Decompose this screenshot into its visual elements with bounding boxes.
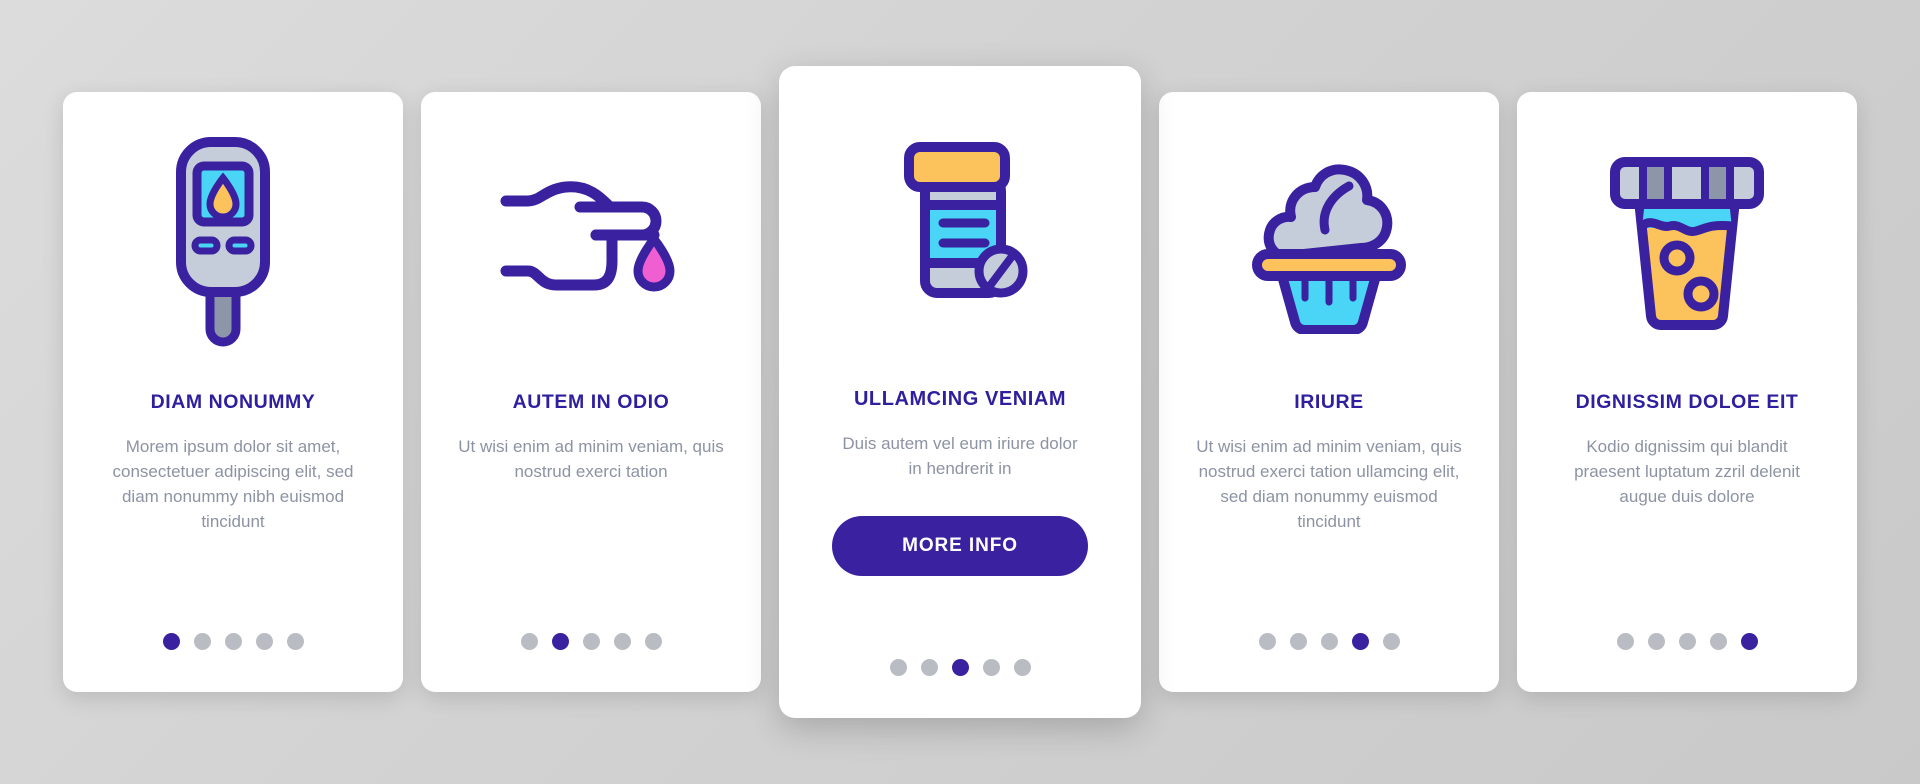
- pagination-dot-1[interactable]: [520, 633, 538, 650]
- pagination-dot-2[interactable]: [920, 659, 938, 676]
- card-title: ULLAMCING VENIAM: [853, 388, 1067, 410]
- pagination-dot-3[interactable]: [1678, 633, 1696, 650]
- card-title: AUTEM IN ODIO: [512, 391, 670, 413]
- onboarding-card-autem-in-odio: AUTEM IN ODIO Ut wisi enim ad minim veni…: [421, 92, 761, 692]
- pagination-dot-1[interactable]: [889, 659, 907, 676]
- urine-sample-cup-icon: [1543, 92, 1831, 392]
- pagination-dot-4[interactable]: [1709, 633, 1727, 650]
- pagination-dot-3[interactable]: [1320, 633, 1338, 650]
- pagination-dots: [779, 659, 1141, 676]
- pagination-dots: [1159, 633, 1499, 650]
- pagination-dot-4[interactable]: [982, 659, 1000, 676]
- onboarding-card-iriure: IRIURE Ut wisi enim ad minim veniam, qui…: [1159, 92, 1499, 692]
- pagination-dot-2[interactable]: [193, 633, 211, 650]
- pagination-dots: [421, 633, 761, 650]
- pagination-dots: [1517, 633, 1857, 650]
- pill-bottle-icon: [805, 66, 1115, 388]
- cupcake-icon: [1185, 92, 1473, 392]
- card-description: Morem ipsum dolor sit amet, consectetuer…: [112, 437, 354, 531]
- hand-blood-drop-icon: [447, 92, 735, 392]
- onboarding-card-dignissim-doloe-eit: DIGNISSIM DOLOE EIT Kodio dignissim qui …: [1517, 92, 1857, 692]
- pagination-dot-2[interactable]: [1647, 633, 1665, 650]
- card-description: Ut wisi enim ad minim veniam, quis nostr…: [1196, 437, 1462, 531]
- pagination-dot-3[interactable]: [224, 633, 242, 650]
- onboarding-card-diam-nonummy: DIAM NONUMMY Morem ipsum dolor sit amet,…: [63, 92, 403, 692]
- card-description: Duis autem vel eum iriure dolor in hendr…: [842, 434, 1078, 478]
- card-description: Ut wisi enim ad minim veniam, quis nostr…: [458, 437, 724, 482]
- pagination-dot-3[interactable]: [951, 659, 969, 676]
- card-title: DIGNISSIM DOLOE EIT: [1575, 391, 1799, 413]
- pagination-dot-2[interactable]: [551, 633, 569, 650]
- pagination-dot-5[interactable]: [286, 633, 304, 650]
- pagination-dot-4[interactable]: [613, 633, 631, 650]
- pagination-dot-5[interactable]: [644, 633, 662, 650]
- pagination-dots: [63, 633, 403, 650]
- pagination-dot-3[interactable]: [582, 633, 600, 650]
- pagination-dot-1[interactable]: [1258, 633, 1276, 650]
- pagination-dot-2[interactable]: [1289, 633, 1307, 650]
- pagination-dot-5[interactable]: [1740, 633, 1758, 650]
- card-description: Kodio dignissim qui blandit praesent lup…: [1574, 437, 1800, 507]
- pagination-dot-5[interactable]: [1382, 633, 1400, 650]
- card-title: DIAM NONUMMY: [150, 391, 316, 413]
- onboarding-screens-container: DIAM NONUMMY Morem ipsum dolor sit amet,…: [0, 0, 1920, 784]
- pagination-dot-1[interactable]: [1616, 633, 1634, 650]
- glucose-meter-icon: [89, 92, 377, 392]
- pagination-dot-5[interactable]: [1013, 659, 1031, 676]
- pagination-dot-4[interactable]: [1351, 633, 1369, 650]
- more-info-button[interactable]: MORE INFO: [832, 515, 1088, 576]
- onboarding-card-ullamcing-veniam: ULLAMCING VENIAM Duis autem vel eum iriu…: [779, 66, 1141, 718]
- card-title: IRIURE: [1294, 391, 1364, 413]
- pagination-dot-1[interactable]: [162, 633, 180, 650]
- pagination-dot-4[interactable]: [255, 633, 273, 650]
